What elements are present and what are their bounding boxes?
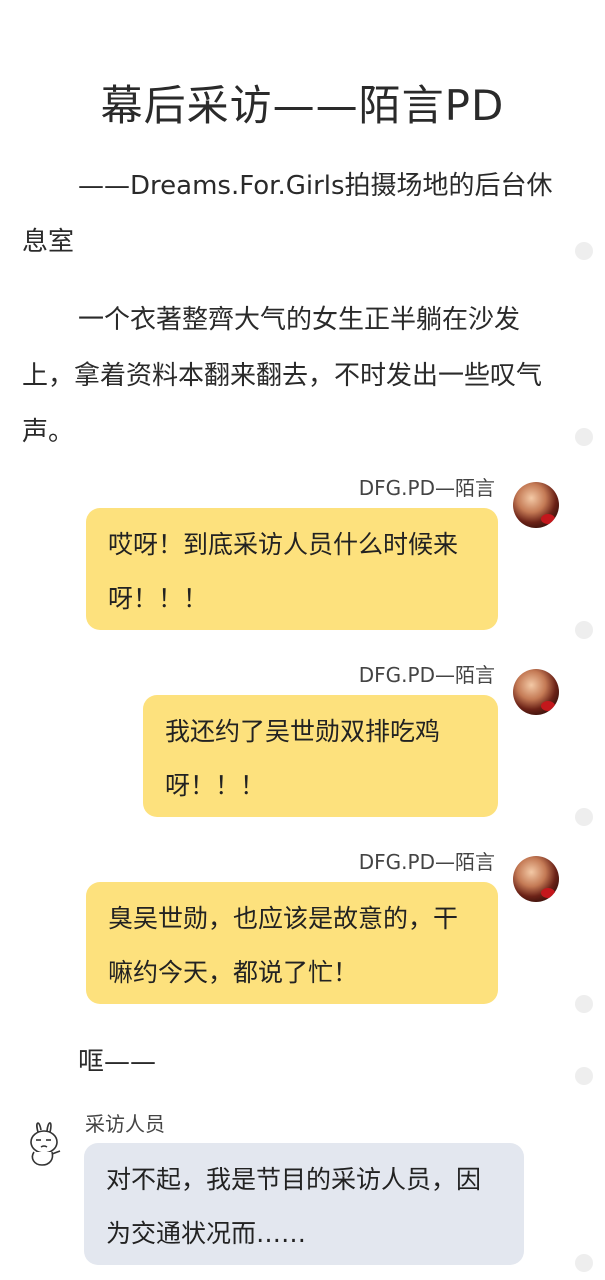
scene-paragraph: ——Dreams.For.Girls拍摄场地的后台休息室: [22, 158, 562, 270]
description-paragraph: 一个衣著整齊大气的女生正半躺在沙发上，拿着资料本翻来翻去，不时发出一些叹气声。: [22, 292, 562, 460]
scroll-dot: [575, 621, 593, 639]
message-bubble[interactable]: 臭吴世勋，也应该是故意的，干嘛约今天，都说了忙！: [86, 882, 498, 1004]
scroll-dot: [575, 1067, 593, 1085]
scroll-dot: [575, 428, 593, 446]
sender-name: DFG.PD—陌言: [358, 663, 495, 687]
scroll-dot: [575, 808, 593, 826]
sender-name: DFG.PD—陌言: [358, 476, 495, 500]
avatar[interactable]: [513, 856, 559, 902]
sound-effect-text: 哐——: [78, 1047, 157, 1077]
avatar[interactable]: [513, 669, 559, 715]
message-bubble[interactable]: 我还约了吴世勋双排吃鸡呀！！！: [143, 695, 498, 817]
scroll-dot: [575, 1254, 593, 1272]
message-bubble[interactable]: 哎呀！到底采访人员什么时候来呀！！！: [86, 508, 498, 630]
rabbit-sticker-icon[interactable]: [26, 1118, 68, 1168]
sender-name: DFG.PD—陌言: [358, 850, 495, 874]
avatar[interactable]: [513, 482, 559, 528]
scroll-dot: [575, 242, 593, 260]
description-text: 一个衣著整齊大气的女生正半躺在沙发上，拿着资料本翻来翻去，不时发出一些叹气声。: [22, 305, 543, 447]
article-title: 幕后采访——陌言PD: [100, 81, 505, 130]
scene-text: ——Dreams.For.Girls拍摄场地的后台休息室: [22, 171, 553, 257]
sender-name: 采访人员: [85, 1112, 165, 1136]
scroll-dot: [575, 995, 593, 1013]
message-bubble[interactable]: 对不起，我是节目的采访人员，因为交通状况而……: [84, 1143, 524, 1265]
